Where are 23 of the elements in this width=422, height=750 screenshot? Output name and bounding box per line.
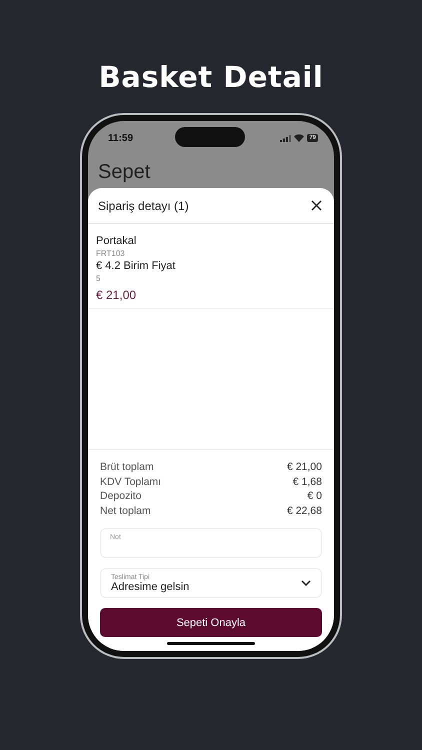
wifi-icon bbox=[294, 134, 304, 142]
close-icon[interactable] bbox=[311, 200, 322, 211]
total-label: KDV Toplamı bbox=[100, 474, 162, 489]
total-label: Net toplam bbox=[100, 504, 151, 518]
unit-price: € 4.2 Birim Fiyat bbox=[96, 259, 176, 273]
camera-island bbox=[175, 127, 245, 147]
total-label: Depozito bbox=[100, 489, 142, 504]
page-title: Sepet bbox=[97, 160, 152, 185]
total-label: Brüt toplam bbox=[100, 460, 154, 474]
product-code: FRT103 bbox=[96, 248, 126, 259]
confirm-button[interactable]: Sepeti Onayla bbox=[100, 608, 322, 637]
total-value: € 0 bbox=[307, 489, 322, 504]
item-total: € 21,00 bbox=[96, 288, 138, 302]
headline: Basket Detail bbox=[98, 60, 324, 94]
status-time: 11:59 bbox=[108, 132, 134, 144]
sheet-title: Sipariş detayı (1) bbox=[98, 198, 189, 212]
chevron-down-icon bbox=[301, 580, 311, 586]
total-value: € 1,68 bbox=[292, 474, 322, 489]
product-name: Portakal bbox=[96, 234, 138, 248]
signal-icon bbox=[280, 134, 292, 142]
total-value: € 22,68 bbox=[286, 504, 322, 518]
total-value: € 21,00 bbox=[286, 460, 322, 474]
quantity: 5 bbox=[96, 273, 102, 284]
